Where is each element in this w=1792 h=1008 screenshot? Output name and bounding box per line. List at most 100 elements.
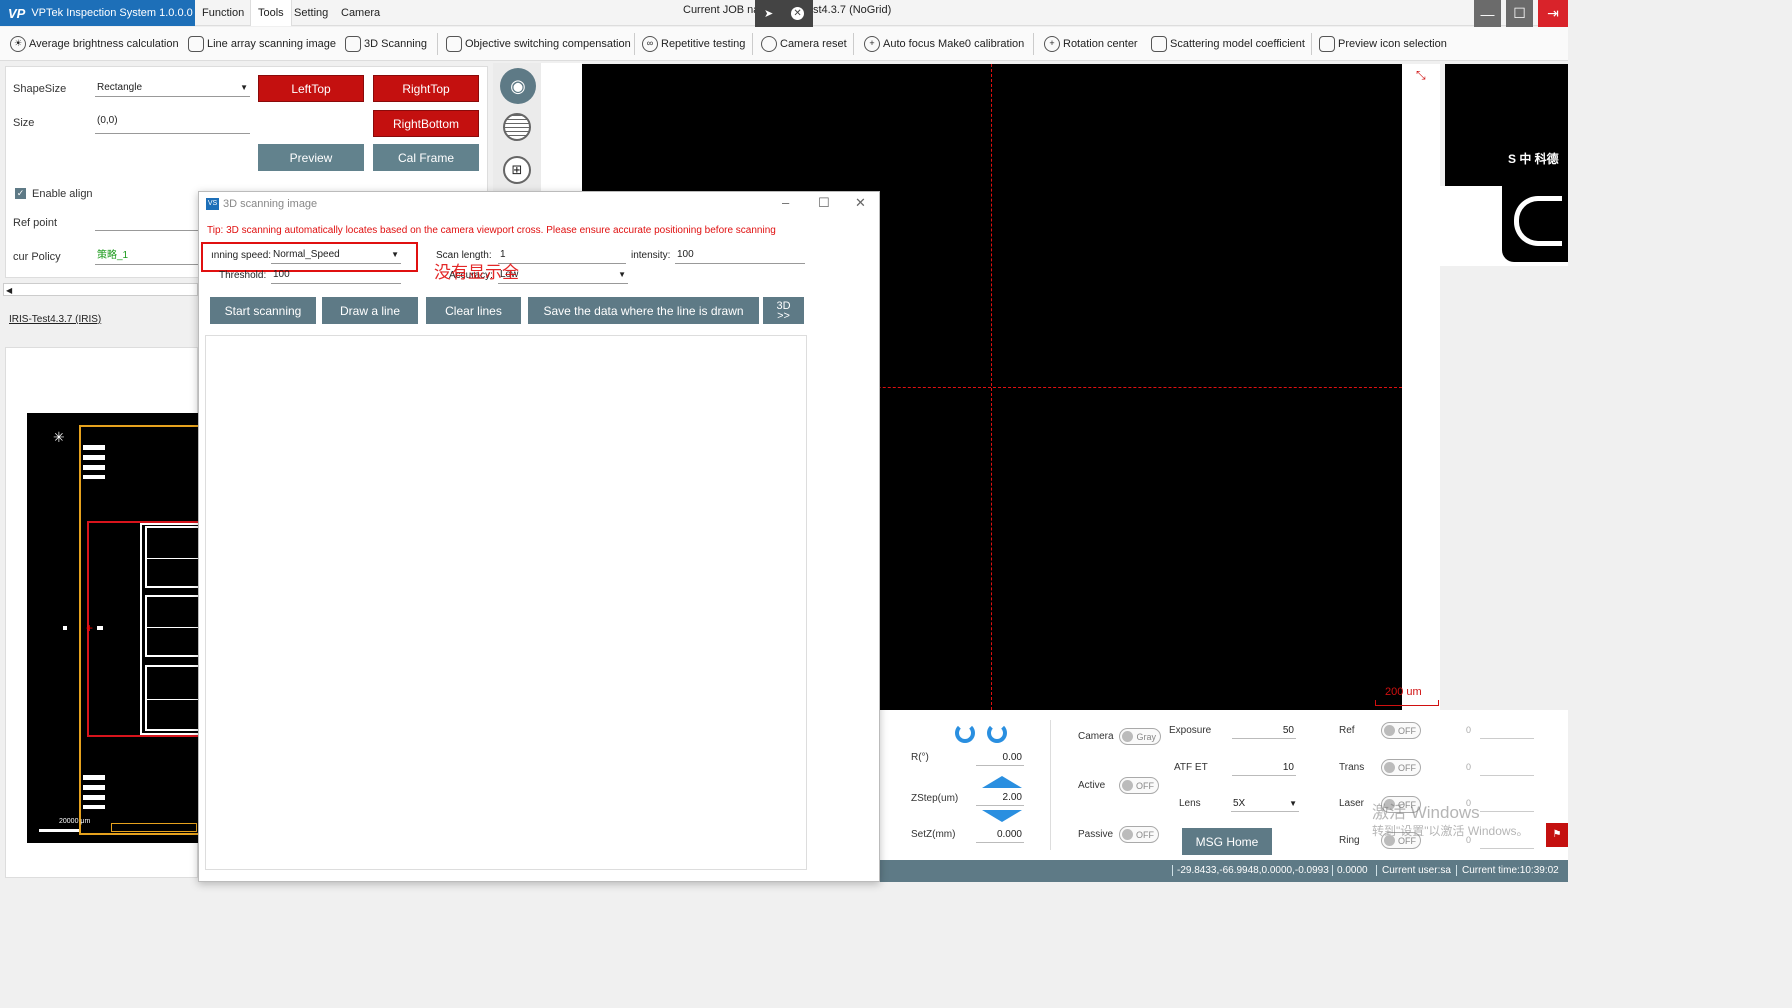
tool-rotation-center[interactable]: + Rotation center <box>1044 27 1138 61</box>
current-job-suffix: st4.3.7 (NoGrid) <box>813 4 892 16</box>
flag-icon[interactable]: ⚑ <box>1546 823 1568 847</box>
tool-label: 3D Scanning <box>364 38 427 50</box>
ref-light-select[interactable] <box>1480 738 1534 739</box>
scroll-left-icon[interactable]: ◀ <box>4 286 12 295</box>
trans-light-value[interactable]: 0 <box>1466 762 1471 772</box>
z-down-arrow-icon[interactable] <box>982 810 1022 822</box>
trans-light-toggle[interactable]: OFF <box>1381 759 1421 776</box>
menu-camera[interactable]: Camera <box>334 0 387 26</box>
3d-scan-icon <box>345 36 361 52</box>
current-job-prefix: Current JOB na <box>683 4 760 16</box>
map-scale-label: 20000 μm <box>59 818 91 825</box>
sun-icon: ☀ <box>10 36 26 52</box>
rightbottom-button[interactable]: RightBottom <box>373 110 479 137</box>
tool-auto-focus[interactable]: + Auto focus Make0 calibration <box>864 27 1024 61</box>
zstep-value[interactable]: 2.00 <box>976 790 1024 806</box>
dialog-title-bar: VS 3D scanning image – ☐ ✕ <box>199 192 879 218</box>
clear-lines-button[interactable]: Clear lines <box>426 297 521 324</box>
size-input[interactable]: (0,0) <box>95 113 250 134</box>
scanning-speed-select[interactable]: Normal_Speed ▼ <box>271 247 401 264</box>
enable-align-label: Enable align <box>32 188 93 200</box>
setz-value[interactable]: 0.000 <box>976 827 1024 843</box>
3d-expand-button[interactable]: 3D >> <box>763 297 804 324</box>
lefttop-button[interactable]: LeftTop <box>258 75 364 102</box>
grid-settings-icon[interactable]: ⊞ <box>503 156 531 184</box>
active-toggle[interactable]: OFF <box>1119 777 1159 794</box>
camera-gray-toggle[interactable]: Gray <box>1119 728 1161 745</box>
curve-icon <box>1151 36 1167 52</box>
passive-toggle[interactable]: OFF <box>1119 826 1159 843</box>
title-bar: VP VPTek Inspection System 1.0.0.0 Funct… <box>0 0 1568 27</box>
tool-label: Auto focus Make0 calibration <box>883 38 1025 50</box>
start-scanning-button[interactable]: Start scanning <box>210 297 316 324</box>
tool-preview-icon-selection[interactable]: Preview icon selection <box>1319 27 1447 61</box>
tool-3d-scanning[interactable]: 3D Scanning <box>345 27 427 61</box>
close-recorder-icon[interactable]: ✕ <box>791 7 805 20</box>
maximize-button[interactable]: ☐ <box>1506 0 1533 27</box>
rotate-cw-icon[interactable] <box>987 723 1007 743</box>
intensity-label: intensity: <box>631 250 671 261</box>
map-dot <box>97 626 103 630</box>
wafer-map[interactable]: ✳ + 20000 μm <box>27 413 203 843</box>
horizontal-scrollbar[interactable]: ◀ <box>3 283 198 296</box>
cur-policy-select[interactable]: 策略_1 <box>95 248 200 265</box>
iris-job-link[interactable]: IRIS-Test4.3.7 (IRIS) <box>9 314 101 325</box>
tool-label: Objective switching compensation <box>465 38 631 50</box>
toolbar: ☀ Average brightness calculation Line arr… <box>0 27 1568 61</box>
msg-home-button[interactable]: MSG Home <box>1182 828 1272 855</box>
intensity-input[interactable]: 100 <box>675 247 805 264</box>
trans-light-select[interactable] <box>1480 775 1534 776</box>
cur-policy-label: cur Policy <box>13 251 61 263</box>
dialog-close-button[interactable]: ✕ <box>855 195 866 211</box>
shape-size-label: ShapeSize <box>13 83 67 95</box>
tool-camera-reset[interactable]: Camera reset <box>761 27 847 61</box>
grid-icon[interactable] <box>503 113 531 141</box>
r-value[interactable]: 0.00 <box>976 750 1024 766</box>
atf-et-value[interactable]: 10 <box>1232 760 1296 776</box>
camera-mode-label: Camera <box>1078 731 1114 742</box>
dialog-minimize-button[interactable]: – <box>782 195 789 210</box>
exposure-label: Exposure <box>1169 725 1212 736</box>
pointer-icon[interactable]: ➤ <box>764 7 773 20</box>
map-die <box>145 595 203 657</box>
ref-light-value[interactable]: 0 <box>1466 725 1471 735</box>
z-up-arrow-icon[interactable] <box>982 776 1022 788</box>
lens-select[interactable]: 5X ▼ <box>1231 796 1299 812</box>
shape-size-value: Rectangle <box>97 82 143 93</box>
menu-function[interactable]: Function <box>195 0 251 26</box>
collapse-icon[interactable]: ⤡ <box>1416 68 1426 83</box>
tool-scattering-model[interactable]: Scattering model coefficient <box>1151 27 1305 61</box>
rotate-ccw-icon[interactable] <box>955 723 975 743</box>
exposure-value[interactable]: 50 <box>1232 723 1296 739</box>
laser-select[interactable] <box>1480 811 1534 812</box>
righttop-button[interactable]: RightTop <box>373 75 479 102</box>
dialog-maximize-button[interactable]: ☐ <box>818 195 830 211</box>
threshold-input[interactable]: 100 <box>271 267 401 284</box>
minimize-button[interactable]: — <box>1474 0 1501 27</box>
save-line-data-button[interactable]: Save the data where the line is drawn <box>528 297 759 324</box>
enable-align-checkbox[interactable]: ✓ <box>15 188 26 199</box>
3d-scanning-dialog: VS 3D scanning image – ☐ ✕ Tip: 3D scann… <box>198 191 880 882</box>
tool-label: Rotation center <box>1063 38 1138 50</box>
menu-tools[interactable]: Tools <box>250 0 292 26</box>
ring-light-select[interactable] <box>1480 848 1534 849</box>
exit-button[interactable]: ⇥ <box>1538 0 1568 27</box>
screen-recorder-widget[interactable]: ➤ ✕ <box>755 0 813 27</box>
tool-average-brightness[interactable]: ☀ Average brightness calculation <box>10 27 179 61</box>
tool-objective-switching[interactable]: Objective switching compensation <box>446 27 631 61</box>
ref-light-toggle[interactable]: OFF <box>1381 722 1421 739</box>
toolbar-divider <box>853 33 854 55</box>
tool-repetitive-testing[interactable]: ∞ Repetitive testing <box>642 27 745 61</box>
map-die <box>145 665 203 731</box>
camera-icon[interactable]: ◉ <box>500 68 536 104</box>
menu-setting[interactable]: Setting <box>287 0 335 26</box>
tool-line-array-scanning[interactable]: Line array scanning image <box>188 27 336 61</box>
map-scale-bar <box>39 829 79 832</box>
preview-button[interactable]: Preview <box>258 144 364 171</box>
shape-size-select[interactable]: Rectangle ▼ <box>95 80 250 97</box>
scan-image-area[interactable] <box>205 335 807 870</box>
ref-point-input[interactable] <box>95 214 200 231</box>
draw-line-button[interactable]: Draw a line <box>322 297 418 324</box>
cal-frame-button[interactable]: Cal Frame <box>373 144 479 171</box>
ref-point-label: Ref point <box>13 217 58 229</box>
